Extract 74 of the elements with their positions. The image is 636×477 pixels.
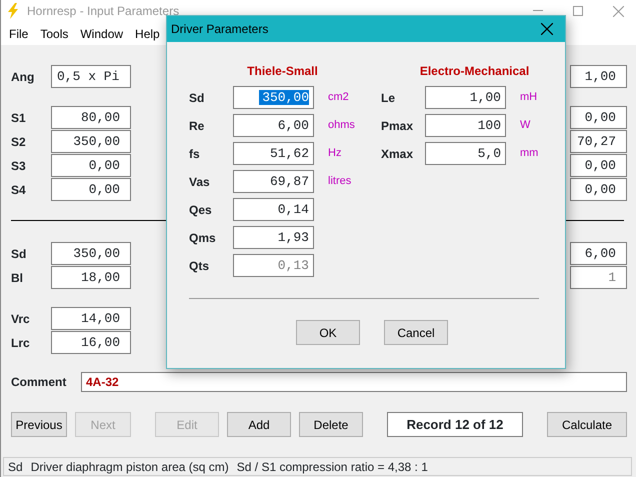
input-field[interactable]: 350,00 — [51, 130, 131, 153]
input-field[interactable]: 0,00 — [570, 106, 627, 129]
status-text: Sd — [8, 458, 23, 476]
field-label: S3 — [11, 158, 27, 174]
menu-item[interactable]: File — [3, 24, 34, 42]
comment-field[interactable]: 4A-32 — [81, 372, 627, 392]
lightning-icon — [7, 3, 19, 19]
input-field[interactable]: 1,93 — [233, 226, 314, 249]
field-label: Vas — [189, 174, 211, 190]
menu-item[interactable]: Help — [129, 24, 166, 42]
unit-label: Hz — [328, 146, 342, 162]
input-field[interactable]: 100 — [425, 114, 506, 137]
input-field[interactable]: 18,00 — [51, 266, 131, 289]
input-field[interactable]: 6,00 — [233, 114, 314, 137]
unit-label: cm2 — [328, 90, 350, 106]
input-field[interactable]: 51,62 — [233, 142, 314, 165]
input-field[interactable]: 0,00 — [570, 178, 627, 201]
input-field[interactable]: 1,00 — [425, 86, 506, 109]
status-text: Driver diaphragm piston area (sq cm) — [30, 458, 229, 476]
input-field[interactable]: 1,00 — [570, 65, 627, 88]
input-field[interactable]: 14,00 — [51, 307, 131, 330]
button[interactable]: Delete — [299, 412, 363, 437]
field-label: Xmax — [381, 146, 414, 162]
input-field[interactable]: 70,27 — [570, 130, 627, 153]
field-label: fs — [189, 146, 201, 162]
button[interactable]: Cancel — [384, 320, 448, 345]
unit-label: mm — [520, 146, 540, 162]
unit-label: litres — [328, 174, 352, 190]
field-label: Qes — [189, 202, 213, 218]
field-label: Ang — [11, 68, 36, 86]
input-field[interactable]: 0,00 — [51, 178, 131, 201]
field-label: S4 — [11, 182, 27, 198]
maximize-icon[interactable] — [573, 6, 583, 16]
input-field[interactable]: 0,5 x Pi — [51, 65, 131, 88]
field-label: Sd — [189, 90, 206, 106]
unit-label: mH — [520, 90, 538, 106]
menu-item[interactable]: Tools — [34, 24, 74, 42]
field-label: Qms — [189, 230, 217, 246]
input-field[interactable]: 5,0 — [425, 142, 506, 165]
field-label: Vrc — [11, 310, 31, 328]
unit-label: ohms — [328, 118, 356, 134]
field-label: Le — [381, 90, 396, 106]
input-field[interactable]: 6,00 — [570, 242, 627, 265]
field-label: Pmax — [381, 118, 414, 134]
input-field[interactable]: 350,00 — [51, 242, 131, 265]
record-counter: Record 12 of 12 — [387, 412, 523, 437]
section-heading: Electro-Mechanical — [420, 64, 530, 78]
input-field[interactable]: 350,00 — [233, 86, 314, 109]
field-label: S1 — [11, 110, 27, 126]
button[interactable]: Previous — [11, 412, 67, 437]
field-label: Comment — [11, 374, 68, 391]
field-label: Sd — [11, 246, 28, 262]
button[interactable]: Calculate — [547, 412, 627, 437]
field-label: S2 — [11, 134, 27, 150]
close-icon[interactable] — [541, 22, 553, 35]
field-label: Qts — [189, 258, 210, 274]
field-label: Lrc — [11, 334, 31, 352]
window-title: Hornresp - Input Parameters — [27, 3, 180, 20]
input-field[interactable]: 69,87 — [233, 170, 314, 193]
minimize-icon[interactable] — [533, 10, 543, 12]
button[interactable]: Add — [227, 412, 291, 437]
field-label: Bl — [11, 270, 24, 286]
input-field[interactable]: 0,00 — [51, 154, 131, 177]
status-text: Sd / S1 compression ratio = 4,38 : 1 — [236, 458, 428, 476]
menu-item[interactable]: Window — [74, 24, 130, 42]
button[interactable]: OK — [296, 320, 360, 345]
input-field[interactable]: 80,00 — [51, 106, 131, 129]
unit-label: W — [520, 118, 532, 134]
dialog-title: Driver Parameters — [171, 21, 268, 38]
input-field[interactable]: 16,00 — [51, 331, 131, 354]
input-field[interactable]: 0,14 — [233, 198, 314, 221]
input-field[interactable]: 0,00 — [570, 154, 627, 177]
field-label: Re — [189, 118, 206, 134]
section-heading: Thiele-Small — [247, 64, 318, 78]
